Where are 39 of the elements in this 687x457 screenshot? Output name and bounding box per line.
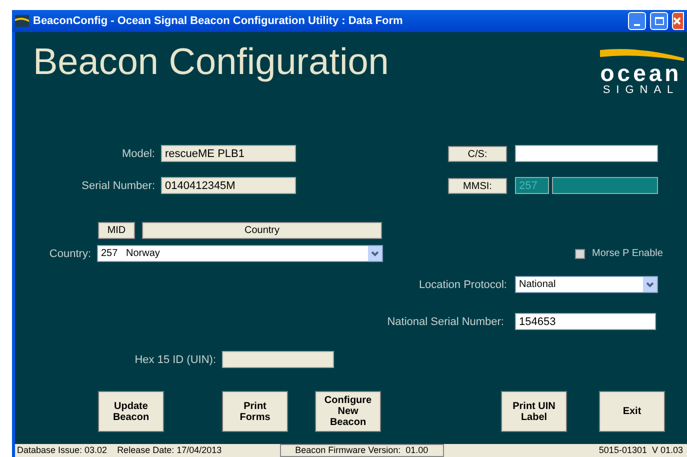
status-text: Database Issue: 03.02 [17,444,108,457]
maximize-button[interactable] [650,12,668,30]
cs-button[interactable]: C/S: [448,146,507,162]
page-heading: Beacon Configuration [33,40,389,84]
dropdown[interactable]: 257 Norway [97,245,383,262]
field-label: Serial Number: [82,178,155,194]
action-button[interactable]: Print UIN Label [501,391,567,432]
action-button[interactable]: Print Forms [222,391,288,432]
dropdown[interactable]: National [515,276,658,293]
input-field[interactable] [552,177,658,194]
input-field[interactable]: rescueME PLB1 [161,145,296,162]
input-field[interactable]: 154653 [515,313,656,330]
chevron-down-icon [643,277,657,292]
window-title: BeaconConfig - Ocean Signal Beacon Configuration Utility : Data Form [33,14,404,29]
action-button[interactable]: Update Beacon [98,391,164,432]
status-text: 5015-01301 V 01.03 [598,444,683,457]
close-button[interactable] [672,12,684,30]
action-button[interactable]: Configure New Beacon [315,391,381,432]
app-icon [15,15,29,27]
status-panel: Beacon Firmware Version: 01.00 [280,444,444,457]
minimize-button[interactable] [628,12,646,30]
sort-button[interactable]: MID [98,222,135,239]
field-label: Country: [49,246,91,262]
status-text: Release Date: 17/04/2013 [117,444,222,457]
close-icon [673,17,681,25]
chevron-down-icon [368,246,382,261]
field-label: National Serial Number: [387,314,504,330]
checkbox[interactable] [575,248,585,258]
sort-button[interactable]: Country [142,222,382,239]
input-field[interactable] [222,351,334,368]
logo: ocean SIGNAL [597,48,685,96]
checkbox-label: Morse P Enable [592,247,663,261]
field-label: Model: [122,146,155,162]
field-label: Hex 15 ID (UIN): [134,352,216,368]
input-field[interactable]: 0140412345M [161,177,296,194]
mmsi-button[interactable]: MMSI: [448,178,507,194]
field-label: Location Protocol: [418,278,507,292]
input-field[interactable] [515,145,658,162]
action-button[interactable]: Exit [599,391,665,432]
